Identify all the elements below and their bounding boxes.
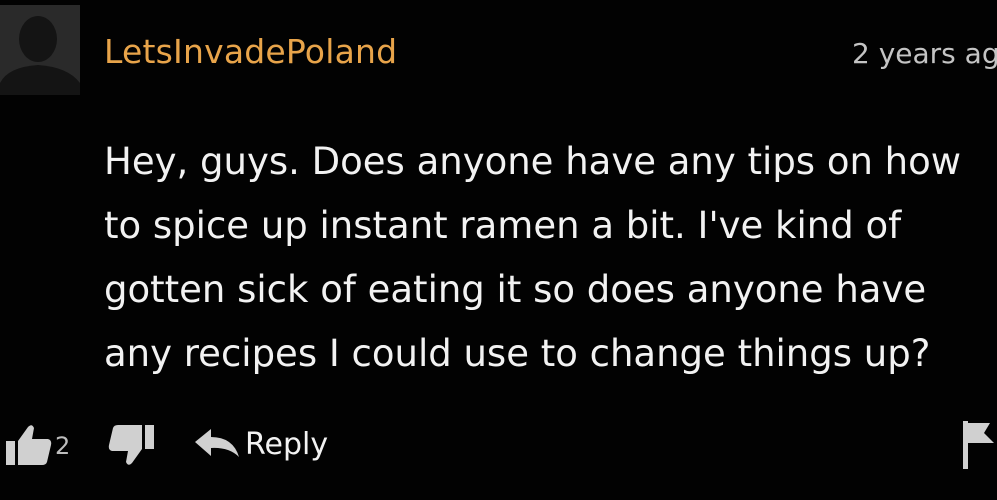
author-username[interactable]: LetsInvadePoland: [104, 32, 397, 71]
comment-body-line: any recipes I could use to change things…: [104, 332, 931, 375]
comment: LetsInvadePoland 2 years ag Hey, guys. D…: [0, 0, 997, 500]
upvote-count: 2: [55, 432, 71, 460]
thumbs-up-icon: [6, 425, 52, 465]
comment-body-line: Hey, guys. Does anyone have any tips on …: [104, 140, 962, 183]
comment-body: Hey, guys. Does anyone have any tips on …: [104, 130, 984, 386]
reply-label: Reply: [245, 427, 329, 462]
reply-arrow-icon: [195, 429, 239, 457]
downvote-button[interactable]: [108, 423, 154, 471]
flag-button[interactable]: [960, 419, 994, 475]
upvote-button[interactable]: [6, 423, 52, 471]
avatar[interactable]: [0, 5, 80, 95]
comment-actions: 2 Reply: [0, 415, 997, 475]
comment-body-line: gotten sick of eating it so does anyone …: [104, 268, 927, 311]
comment-body-line: to spice up instant ramen a bit. I've ki…: [104, 204, 902, 247]
flag-icon: [963, 421, 994, 469]
thumbs-down-icon: [108, 425, 154, 465]
default-avatar-icon: [0, 5, 80, 95]
comment-timestamp: 2 years ag: [852, 37, 997, 70]
